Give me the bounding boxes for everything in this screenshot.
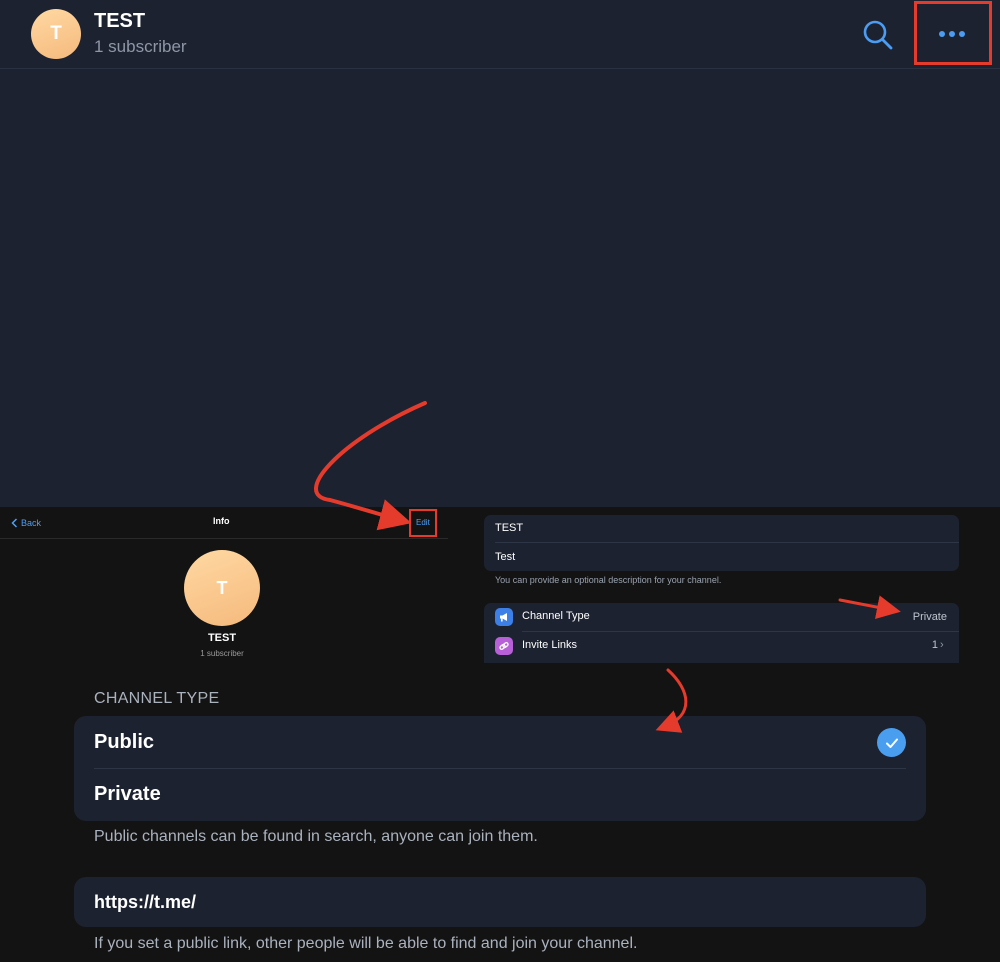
description-field[interactable]: Test [495,551,515,563]
channel-type-row[interactable]: Channel Type [522,610,590,622]
channel-title[interactable]: TEST [94,10,145,33]
edit-button[interactable]: Edit [416,518,430,527]
search-icon[interactable] [862,19,894,51]
name-description-card [484,515,959,571]
channel-name-field[interactable]: TEST [495,522,523,534]
chevron-left-icon [11,518,18,528]
info-subscriber-count: 1 subscriber [200,649,244,658]
channel-avatar[interactable]: T [31,9,81,59]
back-button[interactable]: Back [11,518,41,528]
link-icon [495,637,513,655]
info-title: Info [213,516,230,526]
chat-panel [0,0,1000,507]
channel-type-hint: Public channels can be found in search, … [94,828,538,845]
option-private[interactable]: Private [94,783,161,806]
invite-links-row[interactable]: Invite Links [522,639,577,651]
invite-links-count: 1 [931,639,938,651]
option-public[interactable]: Public [94,731,154,754]
public-link-hint: If you set a public link, other people w… [94,935,638,952]
megaphone-icon [495,608,513,626]
divider [522,631,959,632]
divider [495,542,959,543]
divider [94,768,906,769]
description-hint: You can provide an optional description … [495,575,722,585]
public-link-field[interactable]: https://t.me/ [94,892,196,913]
channel-subscriber-count: 1 subscriber [94,37,187,56]
channel-type-section-title: CHANNEL TYPE [94,690,220,707]
chat-header [0,0,1000,69]
more-dots-icon [939,31,965,37]
chevron-right-icon: › [940,639,944,651]
back-label: Back [21,518,42,528]
channel-type-value: Private [912,611,947,623]
info-avatar[interactable]: T [184,550,260,626]
more-options-button[interactable] [914,1,992,65]
checkmark-icon [877,728,906,757]
info-channel-name: TEST [207,632,237,644]
public-link-card [74,877,926,927]
